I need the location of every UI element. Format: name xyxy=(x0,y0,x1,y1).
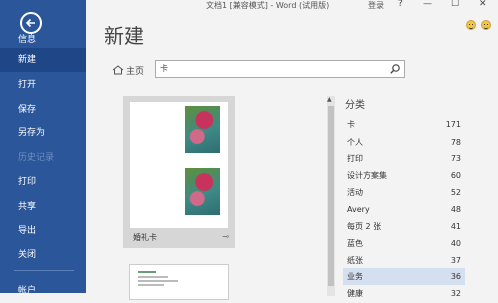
category-count: 171 xyxy=(445,120,461,129)
window-title: 文档1 [兼容模式] - Word (试用版) xyxy=(206,1,330,10)
thumbnail-line xyxy=(138,284,164,286)
template-thumbnail xyxy=(130,102,228,228)
category-name: 每页 2 张 xyxy=(347,222,382,231)
category-scrollbar[interactable]: ▲ xyxy=(327,96,335,296)
sidebar-item-open[interactable]: 打开 xyxy=(0,73,86,97)
category-name: 蓝色 xyxy=(347,239,363,248)
category-header: 分类 xyxy=(345,100,365,111)
help-button[interactable]: ? xyxy=(398,0,403,9)
scroll-up-arrow-icon[interactable]: ▲ xyxy=(327,96,332,103)
template-card[interactable]: 婚礼卡 ⊸ xyxy=(123,96,235,248)
search-icon[interactable] xyxy=(389,63,401,75)
category-name: 业务 xyxy=(347,272,363,281)
category-count: 37 xyxy=(450,256,461,265)
sidebar-item-close[interactable]: 关闭 xyxy=(0,243,86,267)
flower-art-image xyxy=(185,106,220,153)
category-count: 52 xyxy=(450,188,461,197)
sidebar-item-account[interactable]: 帐户 xyxy=(0,279,86,303)
category-name: 个人 xyxy=(347,138,363,147)
thumbnail-line xyxy=(138,271,156,273)
sidebar-item-export[interactable]: 导出 xyxy=(0,219,86,243)
category-count: 78 xyxy=(450,138,461,147)
home-icon[interactable] xyxy=(112,65,124,75)
category-count: 48 xyxy=(450,205,461,214)
sidebar-item-print[interactable]: 打印 xyxy=(0,170,86,194)
home-link[interactable]: 主页 xyxy=(126,64,144,77)
category-name: 活动 xyxy=(347,188,363,197)
sidebar-item-save-as[interactable]: 另存为 xyxy=(0,121,86,145)
category-count: 73 xyxy=(450,154,461,163)
category-count: 41 xyxy=(450,222,461,231)
category-item-selected[interactable]: 业务 36 xyxy=(343,268,465,285)
flower-art-image xyxy=(185,168,220,215)
sidebar-item-save[interactable]: 保存 xyxy=(0,98,86,122)
category-item[interactable]: 卡 171 xyxy=(343,116,465,133)
pin-icon[interactable]: ⊸ xyxy=(222,232,229,241)
scrollbar-thumb[interactable] xyxy=(328,106,334,286)
search-query: 卡 xyxy=(160,64,168,73)
category-count: 60 xyxy=(450,171,461,180)
smile-feedback-icon[interactable] xyxy=(466,20,476,30)
sidebar-item-history: 历史记录 xyxy=(18,153,55,163)
category-item[interactable]: 活动 52 xyxy=(343,184,465,201)
category-item[interactable]: 打印 73 xyxy=(343,150,465,167)
close-button[interactable]: ✕ xyxy=(479,0,487,9)
category-name: Avery xyxy=(347,205,370,214)
sidebar-item-share[interactable]: 共享 xyxy=(0,195,86,219)
login-link[interactable]: 登录 xyxy=(368,0,384,11)
template-card[interactable] xyxy=(129,264,229,300)
template-label: 婚礼卡 xyxy=(133,233,157,242)
category-name: 设计方案集 xyxy=(347,171,387,180)
category-item[interactable]: 纸张 37 xyxy=(343,252,465,269)
restore-button[interactable]: ☐ xyxy=(451,0,459,9)
category-item[interactable]: 蓝色 40 xyxy=(343,235,465,252)
category-item[interactable]: 设计方案集 60 xyxy=(343,167,465,184)
category-name: 打印 xyxy=(347,154,363,163)
category-name: 卡 xyxy=(347,120,355,129)
minimize-button[interactable]: — xyxy=(423,0,432,9)
backstage-sidebar: 信息 新建 打开 保存 另存为 历史记录 打印 共享 导出 关闭 帐户 xyxy=(0,0,86,296)
category-count: 36 xyxy=(450,272,461,281)
category-name: 健康 xyxy=(347,289,363,298)
category-name: 纸张 xyxy=(347,256,363,265)
frown-feedback-icon[interactable] xyxy=(481,20,491,30)
category-count: 40 xyxy=(450,239,461,248)
page-title: 新建 xyxy=(104,24,144,48)
category-item[interactable]: Avery 48 xyxy=(343,201,465,218)
sidebar-item-new[interactable]: 新建 xyxy=(0,48,86,72)
thumbnail-line xyxy=(138,276,168,278)
category-count: 32 xyxy=(450,289,461,298)
sidebar-divider xyxy=(14,270,74,271)
thumbnail-line xyxy=(138,280,178,282)
category-item[interactable]: 个人 78 xyxy=(343,134,465,151)
search-input[interactable]: 卡 xyxy=(155,60,405,78)
title-bar: 文档1 [兼容模式] - Word (试用版) 登录 ? — ☐ ✕ xyxy=(86,0,498,14)
category-item[interactable]: 健康 32 xyxy=(343,285,465,302)
category-item[interactable]: 每页 2 张 41 xyxy=(343,218,465,235)
